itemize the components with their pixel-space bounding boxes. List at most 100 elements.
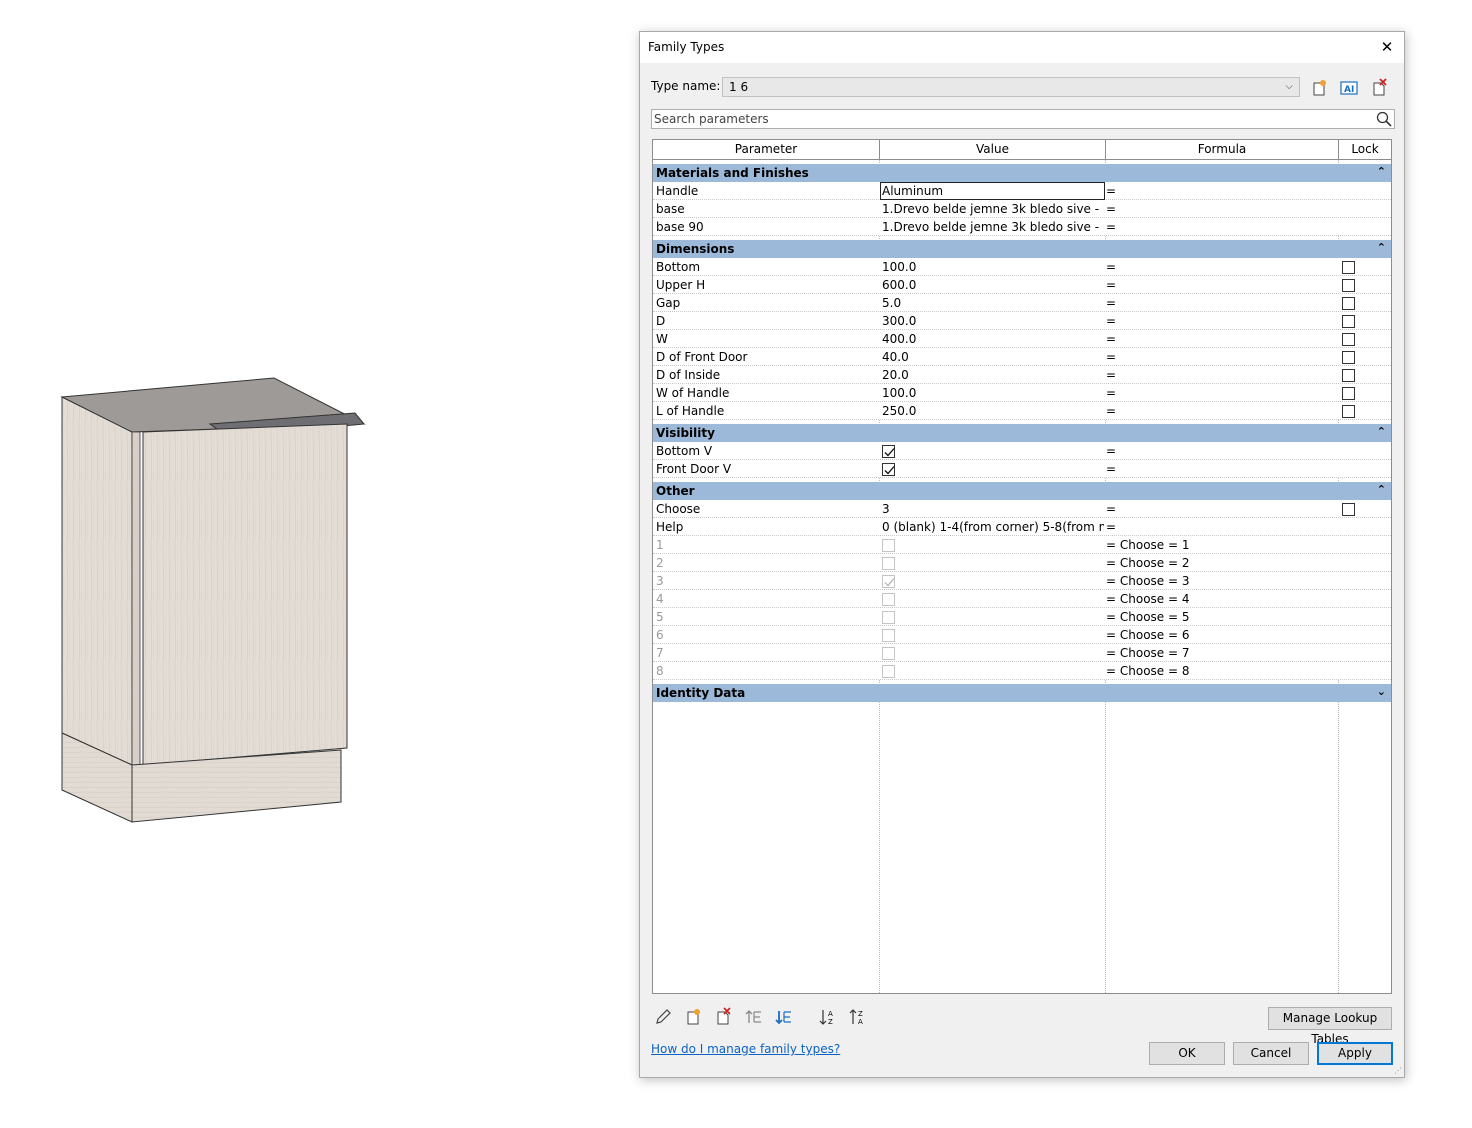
- 3d-viewport[interactable]: [0, 0, 640, 1128]
- collapse-icon[interactable]: ⌃: [1377, 241, 1386, 254]
- parameter-row[interactable]: D of Inside 20.0 =: [653, 366, 1391, 384]
- lock-checkbox[interactable]: [1342, 297, 1355, 310]
- parameter-row[interactable]: 5 = Choose = 5: [653, 608, 1391, 626]
- new-type-button[interactable]: [1308, 77, 1330, 99]
- parameter-formula[interactable]: =: [1106, 518, 1336, 536]
- parameter-value[interactable]: 20.0: [882, 366, 1104, 384]
- parameter-formula[interactable]: =: [1106, 200, 1336, 218]
- parameter-formula[interactable]: = Choose = 3: [1106, 572, 1336, 590]
- parameter-formula[interactable]: = Choose = 8: [1106, 662, 1336, 680]
- delete-parameter-button[interactable]: [713, 1007, 733, 1027]
- parameter-row[interactable]: 2 = Choose = 2: [653, 554, 1391, 572]
- parameter-value[interactable]: 250.0: [882, 402, 1104, 420]
- parameter-row[interactable]: 4 = Choose = 4: [653, 590, 1391, 608]
- delete-type-button[interactable]: [1368, 77, 1390, 99]
- help-link[interactable]: How do I manage family types?: [651, 1042, 840, 1056]
- parameter-formula[interactable]: =: [1106, 276, 1336, 294]
- parameter-formula[interactable]: =: [1106, 442, 1336, 460]
- parameter-formula[interactable]: =: [1106, 402, 1336, 420]
- parameter-formula[interactable]: =: [1106, 294, 1336, 312]
- parameter-formula[interactable]: =: [1106, 348, 1336, 366]
- parameter-formula[interactable]: =: [1106, 218, 1336, 236]
- lock-checkbox[interactable]: [1342, 333, 1355, 346]
- parameter-row[interactable]: Help 0 (blank) 1-4(from corner) 5-8(from…: [653, 518, 1391, 536]
- group-materials-and-finishes[interactable]: Materials and Finishes ⌃: [653, 164, 1391, 182]
- apply-button[interactable]: Apply: [1317, 1042, 1393, 1065]
- lock-checkbox[interactable]: [1342, 369, 1355, 382]
- parameter-row[interactable]: Upper H 600.0 =: [653, 276, 1391, 294]
- parameter-value[interactable]: 40.0: [882, 348, 1104, 366]
- parameter-value[interactable]: 100.0: [882, 384, 1104, 402]
- parameter-row[interactable]: D of Front Door 40.0 =: [653, 348, 1391, 366]
- parameter-formula[interactable]: =: [1106, 312, 1336, 330]
- resize-grip-icon[interactable]: ⋰: [1394, 1066, 1402, 1075]
- parameter-formula[interactable]: =: [1106, 366, 1336, 384]
- lock-checkbox[interactable]: [1342, 503, 1355, 516]
- visibility-checkbox[interactable]: [882, 445, 895, 458]
- parameter-value[interactable]: 400.0: [882, 330, 1104, 348]
- parameter-row[interactable]: W of Handle 100.0 =: [653, 384, 1391, 402]
- parameter-row[interactable]: 6 = Choose = 6: [653, 626, 1391, 644]
- parameter-row[interactable]: base 1.Drevo belde jemne 3k bledo sive -…: [653, 200, 1391, 218]
- parameter-value[interactable]: 1.Drevo belde jemne 3k bledo sive - pre: [882, 200, 1104, 218]
- parameter-row[interactable]: W 400.0 =: [653, 330, 1391, 348]
- parameter-row[interactable]: base 90 1.Drevo belde jemne 3k bledo siv…: [653, 218, 1391, 236]
- parameter-formula[interactable]: = Choose = 2: [1106, 554, 1336, 572]
- group-other[interactable]: Other ⌃: [653, 482, 1391, 500]
- parameter-row[interactable]: L of Handle 250.0 =: [653, 402, 1391, 420]
- lock-checkbox[interactable]: [1342, 261, 1355, 274]
- new-parameter-button[interactable]: [683, 1007, 703, 1027]
- group-visibility[interactable]: Visibility ⌃: [653, 424, 1391, 442]
- group-dimensions[interactable]: Dimensions ⌃: [653, 240, 1391, 258]
- parameter-formula[interactable]: =: [1106, 182, 1336, 200]
- parameter-formula[interactable]: = Choose = 4: [1106, 590, 1336, 608]
- move-down-button[interactable]: [774, 1007, 794, 1027]
- close-button[interactable]: ✕: [1370, 32, 1404, 63]
- parameter-row[interactable]: Front Door V =: [653, 460, 1391, 478]
- ok-button[interactable]: OK: [1149, 1042, 1225, 1065]
- parameter-row[interactable]: D 300.0 =: [653, 312, 1391, 330]
- collapse-icon[interactable]: ⌃: [1377, 483, 1386, 496]
- parameter-row[interactable]: 7 = Choose = 7: [653, 644, 1391, 662]
- parameter-formula[interactable]: =: [1106, 460, 1336, 478]
- parameter-value[interactable]: 3: [882, 500, 1104, 518]
- parameter-value[interactable]: 1.Drevo belde jemne 3k bledo sive - pre: [882, 218, 1104, 236]
- column-header-parameter[interactable]: Parameter: [653, 140, 880, 160]
- collapse-icon[interactable]: ⌃: [1377, 425, 1386, 438]
- lock-checkbox[interactable]: [1342, 315, 1355, 328]
- rename-type-button[interactable]: AI: [1338, 77, 1360, 99]
- parameter-formula[interactable]: =: [1106, 500, 1336, 518]
- parameter-formula[interactable]: = Choose = 6: [1106, 626, 1336, 644]
- search-parameters-input[interactable]: Search parameters: [651, 109, 1395, 129]
- collapse-icon[interactable]: ⌃: [1377, 165, 1386, 178]
- parameter-formula[interactable]: = Choose = 1: [1106, 536, 1336, 554]
- move-up-button[interactable]: [744, 1007, 764, 1027]
- parameter-formula[interactable]: =: [1106, 258, 1336, 276]
- sort-descending-button[interactable]: ZA: [848, 1007, 868, 1027]
- parameter-formula[interactable]: = Choose = 7: [1106, 644, 1336, 662]
- parameter-formula[interactable]: = Choose = 5: [1106, 608, 1336, 626]
- parameter-formula[interactable]: =: [1106, 330, 1336, 348]
- parameter-row[interactable]: 3 = Choose = 3: [653, 572, 1391, 590]
- parameter-value[interactable]: Aluminum: [882, 182, 1104, 200]
- parameter-value[interactable]: 100.0: [882, 258, 1104, 276]
- sort-ascending-button[interactable]: AZ: [818, 1007, 838, 1027]
- parameter-value[interactable]: 600.0: [882, 276, 1104, 294]
- parameter-row[interactable]: 1 = Choose = 1: [653, 536, 1391, 554]
- column-header-formula[interactable]: Formula: [1106, 140, 1339, 160]
- cancel-button[interactable]: Cancel: [1233, 1042, 1309, 1065]
- type-name-select[interactable]: 1 6 ⌵: [722, 77, 1300, 97]
- manage-lookup-tables-button[interactable]: Manage Lookup Tables: [1268, 1007, 1392, 1046]
- visibility-checkbox[interactable]: [882, 463, 895, 476]
- expand-icon[interactable]: ⌄: [1377, 685, 1386, 698]
- parameter-value[interactable]: 0 (blank) 1-4(from corner) 5-8(from midd…: [882, 518, 1104, 536]
- lock-checkbox[interactable]: [1342, 351, 1355, 364]
- parameter-row[interactable]: Handle Aluminum =: [653, 182, 1391, 200]
- lock-checkbox[interactable]: [1342, 405, 1355, 418]
- parameter-row[interactable]: Choose 3 =: [653, 500, 1391, 518]
- group-identity-data[interactable]: Identity Data ⌄: [653, 684, 1391, 702]
- parameters-grid[interactable]: Parameter Value Formula Lock Materials a…: [652, 139, 1392, 994]
- parameter-formula[interactable]: =: [1106, 384, 1336, 402]
- parameter-row[interactable]: Bottom 100.0 =: [653, 258, 1391, 276]
- parameter-value[interactable]: 5.0: [882, 294, 1104, 312]
